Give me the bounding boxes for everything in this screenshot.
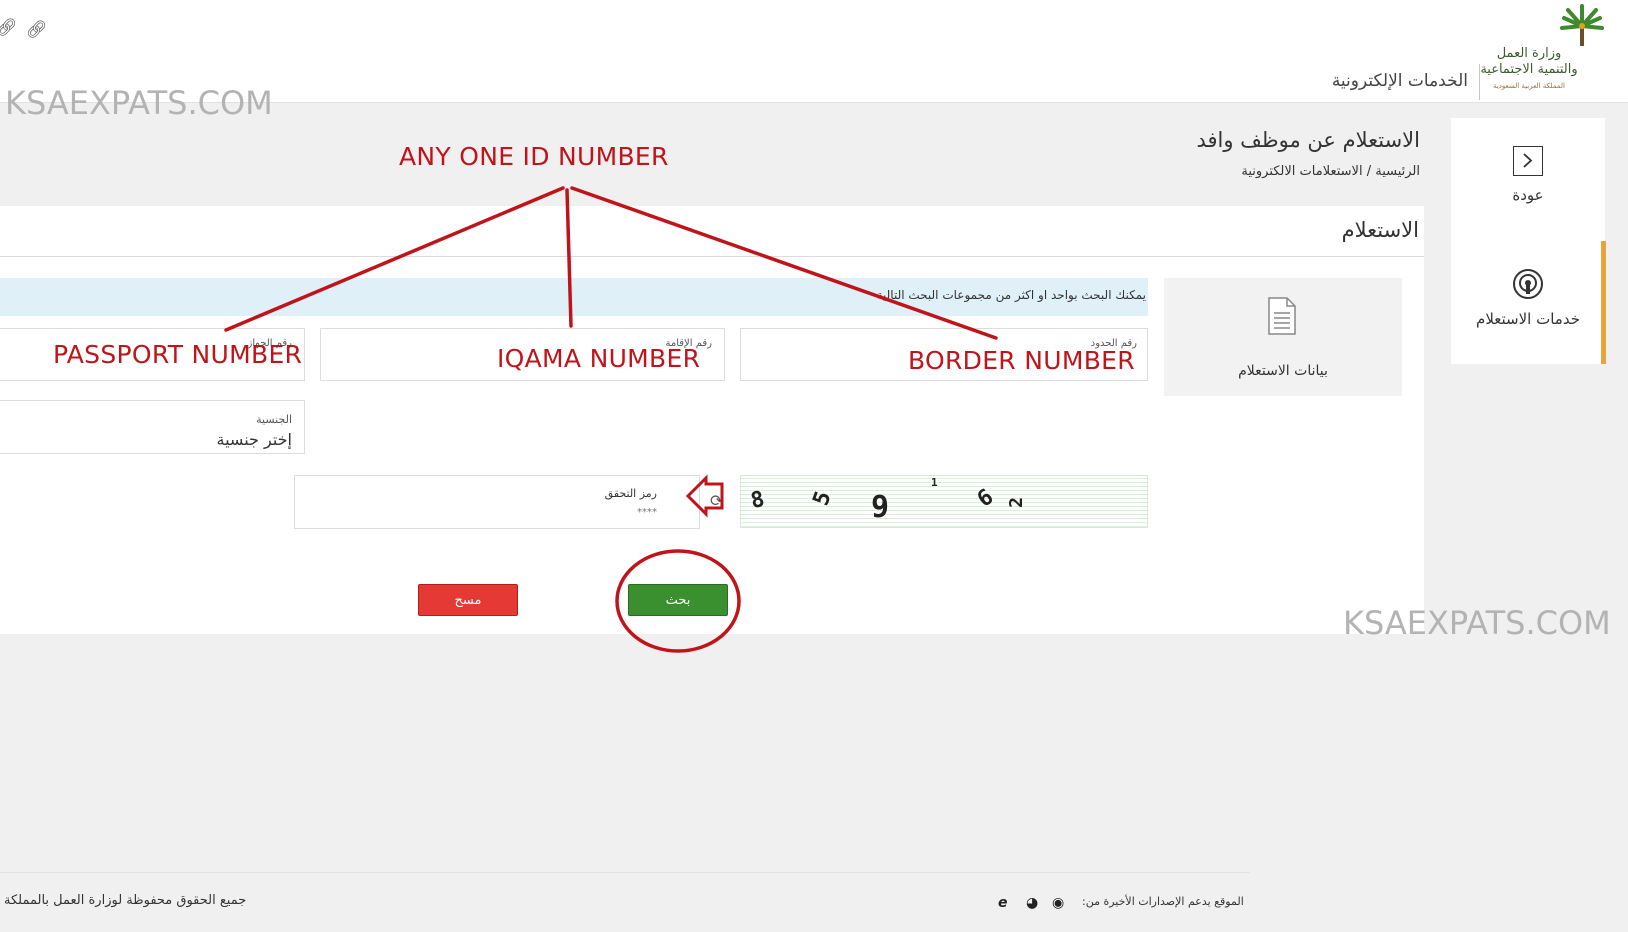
annotation-overlay xyxy=(224,186,998,653)
watermark: KSAEXPATS.COM xyxy=(1343,604,1611,642)
annotation-iqama: IQAMA NUMBER xyxy=(497,344,701,373)
chrome-icon: ◉ xyxy=(1052,895,1065,911)
firefox-icon: ◕ xyxy=(1026,895,1039,911)
browser-support-text: الموقع يدعم الإصدارات الأخيرة من: xyxy=(1082,895,1244,908)
annotation-border: BORDER NUMBER xyxy=(908,346,1135,375)
ie-icon: e xyxy=(998,895,1008,911)
annotation-any-one-id: ANY ONE ID NUMBER xyxy=(399,142,669,171)
footer-copyright: جميع الحقوق محفوظة لوزارة العمل بالمملكة xyxy=(4,893,247,908)
watermark: KSAEXPATS.COM xyxy=(5,84,273,122)
annotation-passport: PASSPORT NUMBER xyxy=(53,340,303,369)
footer-divider xyxy=(0,872,1250,873)
